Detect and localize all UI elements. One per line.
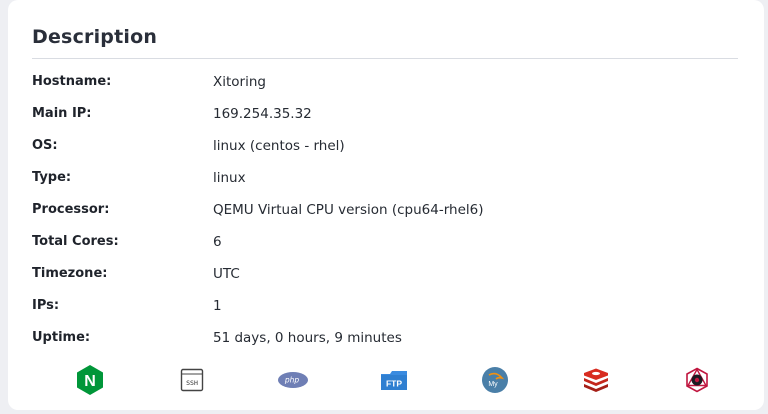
detail-label: Type: xyxy=(32,170,72,185)
ssh-icon[interactable]: SSH xyxy=(174,362,210,398)
detail-label: Processor: xyxy=(32,202,110,217)
detail-label: Main IP: xyxy=(32,106,92,121)
ssh-icon-text: SSH xyxy=(186,379,198,387)
detail-value: QEMU Virtual CPU version (cpu64-rhel6) xyxy=(213,202,484,218)
detail-label: Uptime: xyxy=(32,330,91,345)
graphql-icon[interactable] xyxy=(679,362,715,398)
detail-value: linux (centos - rhel) xyxy=(213,138,345,154)
detail-value: 169.254.35.32 xyxy=(213,106,312,122)
services-bar: N SSH php FTP My xyxy=(32,362,738,398)
php-icon-text: php xyxy=(284,376,300,385)
redis-icon[interactable] xyxy=(578,362,614,398)
ftp-icon-text: FTP xyxy=(386,379,402,389)
detail-label: Timezone: xyxy=(32,266,108,281)
section-title: Description xyxy=(32,26,158,48)
detail-value: 51 days, 0 hours, 9 minutes xyxy=(213,330,402,346)
detail-label: IPs: xyxy=(32,298,60,313)
detail-label: OS: xyxy=(32,138,58,153)
detail-value: Xitoring xyxy=(213,74,266,90)
detail-value: 1 xyxy=(213,298,222,314)
detail-label: Total Cores: xyxy=(32,234,119,249)
description-card: Description Hostname: Xitoring Main IP: … xyxy=(8,0,764,410)
detail-value: 6 xyxy=(213,234,222,250)
mysql-icon-text: My xyxy=(488,381,498,388)
php-icon[interactable]: php xyxy=(275,362,311,398)
detail-value: linux xyxy=(213,170,246,186)
mysql-icon[interactable]: My xyxy=(477,362,513,398)
detail-value: UTC xyxy=(213,266,240,282)
divider xyxy=(32,58,738,59)
detail-label: Hostname: xyxy=(32,74,112,89)
ftp-icon[interactable]: FTP xyxy=(376,362,412,398)
nginx-icon-text: N xyxy=(84,373,96,390)
nginx-icon[interactable]: N xyxy=(72,362,108,398)
